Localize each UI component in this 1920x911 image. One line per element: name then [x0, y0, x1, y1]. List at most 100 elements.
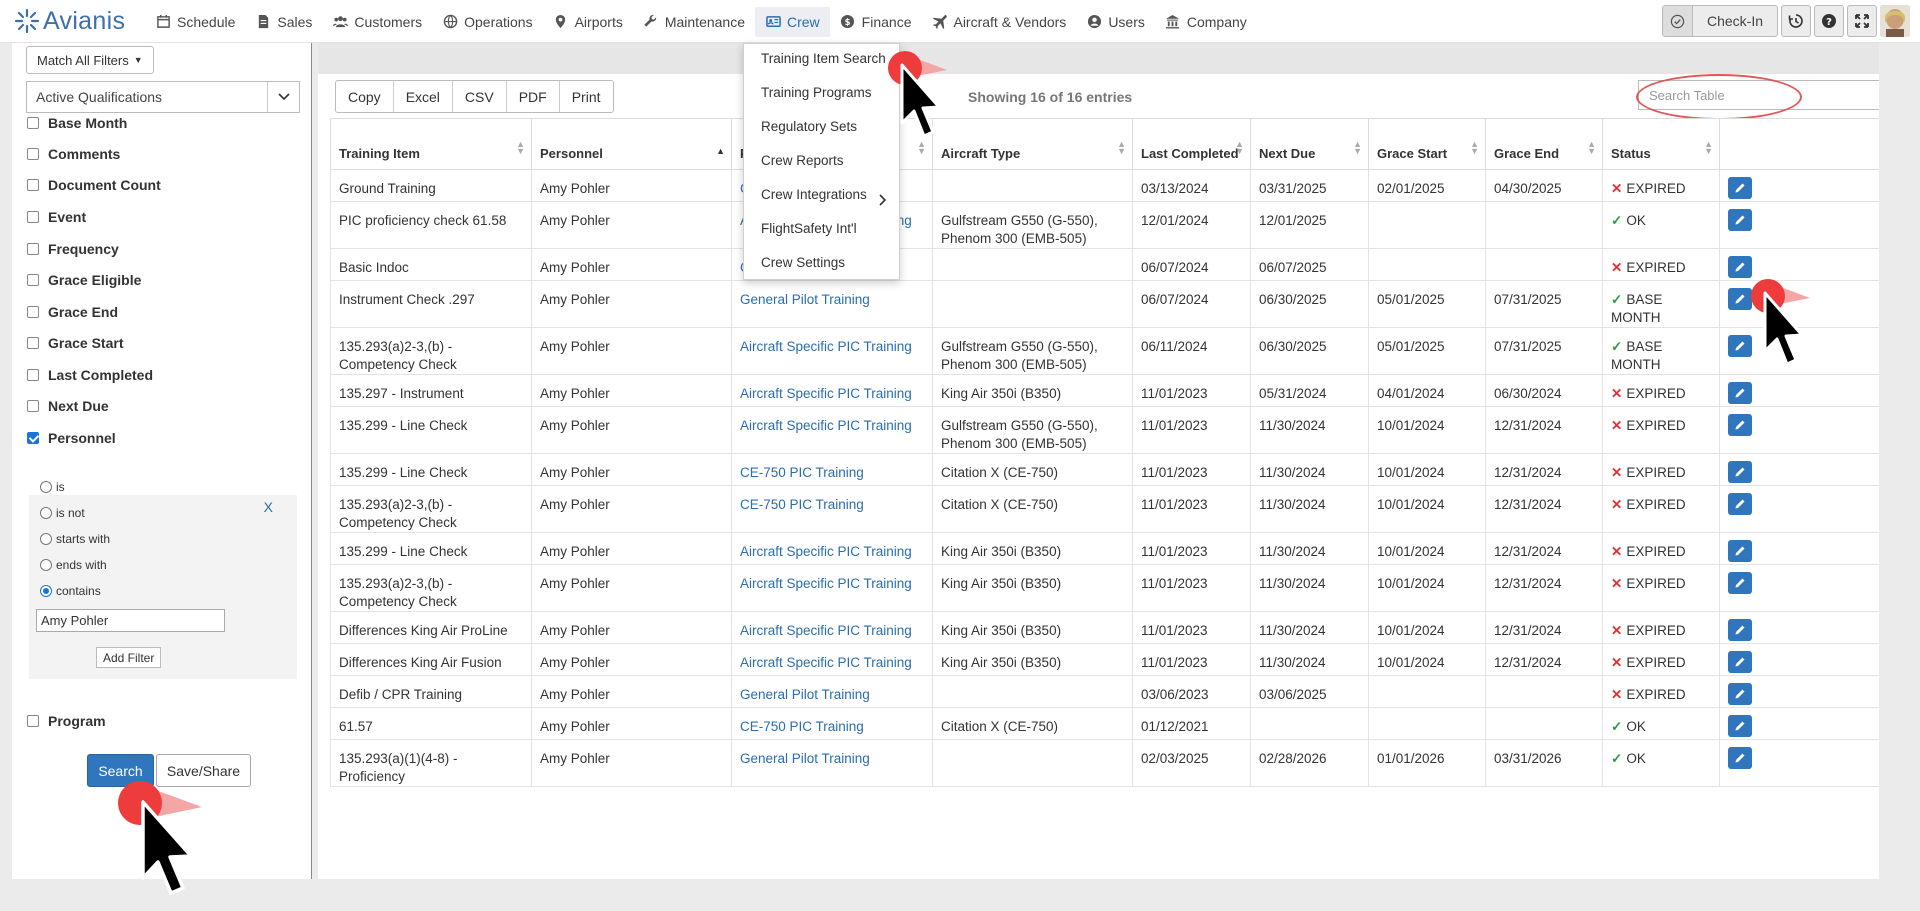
program-link[interactable]: Aircraft Specific PIC Training: [740, 418, 912, 433]
table-row[interactable]: Differences King Air ProLine Amy Pohler Ai…: [330, 611, 1879, 644]
column-header-grace-start[interactable]: Grace Start ▲ ▼: [1368, 118, 1486, 170]
filter-field-recurrent[interactable]: Recurrent: [27, 743, 114, 745]
edit-button[interactable]: [1728, 461, 1752, 483]
nav-item-finance[interactable]: $ Finance: [830, 7, 922, 37]
nav-item-schedule[interactable]: Schedule: [145, 7, 245, 37]
table-row[interactable]: Differences King Air Fusion Amy Pohler Air…: [330, 643, 1879, 676]
fullscreen-button[interactable]: [1847, 5, 1877, 37]
field-checkbox[interactable]: [27, 274, 39, 286]
edit-button[interactable]: [1728, 414, 1752, 436]
nav-item-sales[interactable]: Sales: [245, 7, 322, 37]
export-copy-button[interactable]: Copy: [336, 81, 394, 112]
export-print-button[interactable]: Print: [559, 81, 613, 112]
program-link[interactable]: Aircraft Specific PIC Training: [740, 623, 912, 638]
edit-button[interactable]: [1728, 382, 1752, 404]
column-header-last-completed[interactable]: Last Completed ▲ ▼: [1132, 118, 1251, 170]
field-checkbox[interactable]: [27, 306, 39, 318]
nav-item-operations[interactable]: Operations: [432, 7, 542, 37]
nav-item-airports[interactable]: Airports: [543, 7, 633, 37]
nav-item-users[interactable]: Users: [1076, 7, 1155, 37]
column-header-personnel[interactable]: Personnel ▲: [531, 118, 732, 170]
personnel-filter-input[interactable]: [36, 609, 225, 632]
column-header-aircraft-type[interactable]: Aircraft Type ▲ ▼: [932, 118, 1133, 170]
column-header-grace-end[interactable]: Grace End ▲ ▼: [1485, 118, 1603, 170]
table-row[interactable]: 135.299 - Line Check Amy Pohler CE-750 PIC…: [330, 453, 1879, 486]
filter-field-grace-eligible[interactable]: Grace Eligible: [27, 270, 141, 290]
crew-menu-item-regulatory-sets[interactable]: Regulatory Sets: [761, 119, 857, 134]
nav-item-company[interactable]: Company: [1155, 7, 1257, 37]
table-row[interactable]: PIC proficiency check 61.58Amy PohlerAir…: [330, 201, 1879, 249]
table-row[interactable]: 135.293(a)2-3,(b) - Competency Check Amy …: [330, 485, 1879, 533]
table-row[interactable]: 135.297 - Instrument Amy Pohler Aircraft S…: [330, 374, 1879, 407]
field-checkbox[interactable]: [27, 148, 39, 160]
crew-menu-item-crew-settings[interactable]: Crew Settings: [761, 255, 845, 270]
match-filters-dropdown[interactable]: Match All Filters ▼: [26, 46, 154, 74]
add-filter-button[interactable]: Add Filter: [96, 647, 162, 668]
table-row[interactable]: Instrument Check .297 Amy Pohler General P…: [330, 280, 1879, 328]
table-row[interactable]: Ground TrainingAmy PohlerGeneral Pilot T…: [330, 169, 1879, 202]
user-avatar[interactable]: [1880, 5, 1910, 37]
export-excel-button[interactable]: Excel: [393, 81, 453, 112]
filter-field-grace-end[interactable]: Grace End: [27, 302, 118, 322]
history-button[interactable]: [1781, 5, 1811, 37]
program-link[interactable]: General Pilot Training: [740, 292, 870, 307]
edit-button[interactable]: [1728, 651, 1752, 673]
edit-button[interactable]: [1728, 540, 1752, 562]
operator-radio[interactable]: [40, 533, 52, 545]
crew-menu-item-training-programs[interactable]: Training Programs: [761, 85, 872, 100]
nav-item-crew[interactable]: Crew: [755, 6, 830, 37]
operator-radio[interactable]: [40, 481, 52, 493]
field-checkbox[interactable]: [27, 432, 39, 444]
operator-option-starts-with[interactable]: starts with: [40, 530, 110, 548]
table-row[interactable]: 135.293(a)2-3,(b) - Competency Check Amy …: [330, 327, 1879, 375]
save-share-button[interactable]: Save/Share: [156, 754, 251, 787]
avianis-logo[interactable]: Avianis: [14, 7, 125, 35]
program-link[interactable]: Aircraft Specific PIC Training: [740, 655, 912, 670]
filter-field-grace-start[interactable]: Grace Start: [27, 333, 123, 353]
operator-option-ends-with[interactable]: ends with: [40, 556, 107, 574]
edit-button[interactable]: [1728, 715, 1752, 737]
field-checkbox[interactable]: [27, 337, 39, 349]
field-checkbox[interactable]: [27, 243, 39, 255]
operator-radio[interactable]: [40, 507, 52, 519]
filter-field-base-month[interactable]: Base Month: [27, 115, 127, 133]
edit-button[interactable]: [1728, 177, 1752, 199]
filter-field-last-completed[interactable]: Last Completed: [27, 365, 153, 385]
crew-menu-item-flightsafety-int-l[interactable]: FlightSafety Int'l: [761, 221, 857, 236]
search-button[interactable]: Search: [87, 754, 154, 787]
crew-menu-item-training-item-search[interactable]: Training Item Search: [761, 51, 886, 66]
export-pdf-button[interactable]: PDF: [506, 81, 560, 112]
edit-button[interactable]: [1728, 256, 1752, 278]
operator-radio[interactable]: [40, 559, 52, 571]
table-row[interactable]: 135.293(a)(1)(4-8) - Proficiency Amy Pohl…: [330, 739, 1879, 787]
check-in-button[interactable]: Check-In: [1661, 5, 1778, 37]
program-link[interactable]: CE-750 PIC Training: [740, 497, 864, 512]
field-checkbox[interactable]: [27, 369, 39, 381]
table-row[interactable]: Defib / CPR Training Amy Pohler General Pi…: [330, 675, 1879, 708]
edit-button[interactable]: [1728, 572, 1752, 594]
table-row[interactable]: 135.299 - Line Check Amy Pohler Aircraft S…: [330, 532, 1879, 565]
table-row[interactable]: 135.293(a)2-3,(b) - Competency Check Amy …: [330, 564, 1879, 612]
help-button[interactable]: ?: [1814, 5, 1844, 37]
nav-item-customers[interactable]: Customers: [322, 7, 432, 37]
table-row[interactable]: 61.57 Amy Pohler CE-750 PIC Training Citati…: [330, 707, 1879, 740]
field-checkbox[interactable]: [27, 179, 39, 191]
column-header-training-item[interactable]: Training Item ▲ ▼: [330, 118, 532, 170]
operator-option-contains[interactable]: contains: [40, 582, 101, 600]
nav-item-maintenance[interactable]: Maintenance: [633, 7, 755, 37]
operator-option-is[interactable]: is: [40, 478, 65, 496]
edit-button[interactable]: [1728, 335, 1752, 357]
field-checkbox[interactable]: [27, 715, 39, 727]
edit-button[interactable]: [1728, 493, 1752, 515]
column-header-status[interactable]: Status ▲ ▼: [1602, 118, 1720, 170]
program-link[interactable]: CE-750 PIC Training: [740, 465, 864, 480]
program-link[interactable]: General Pilot Training: [740, 751, 870, 766]
filter-field-frequency[interactable]: Frequency: [27, 239, 119, 259]
program-link[interactable]: CE-750 PIC Training: [740, 719, 864, 734]
filter-field-program[interactable]: Program: [27, 711, 106, 731]
program-link[interactable]: Aircraft Specific PIC Training: [740, 339, 912, 354]
table-row[interactable]: 135.299 - Line Check Amy Pohler Aircraft S…: [330, 406, 1879, 454]
program-link[interactable]: Aircraft Specific PIC Training: [740, 576, 912, 591]
edit-button[interactable]: [1728, 209, 1752, 231]
edit-button[interactable]: [1728, 747, 1752, 769]
